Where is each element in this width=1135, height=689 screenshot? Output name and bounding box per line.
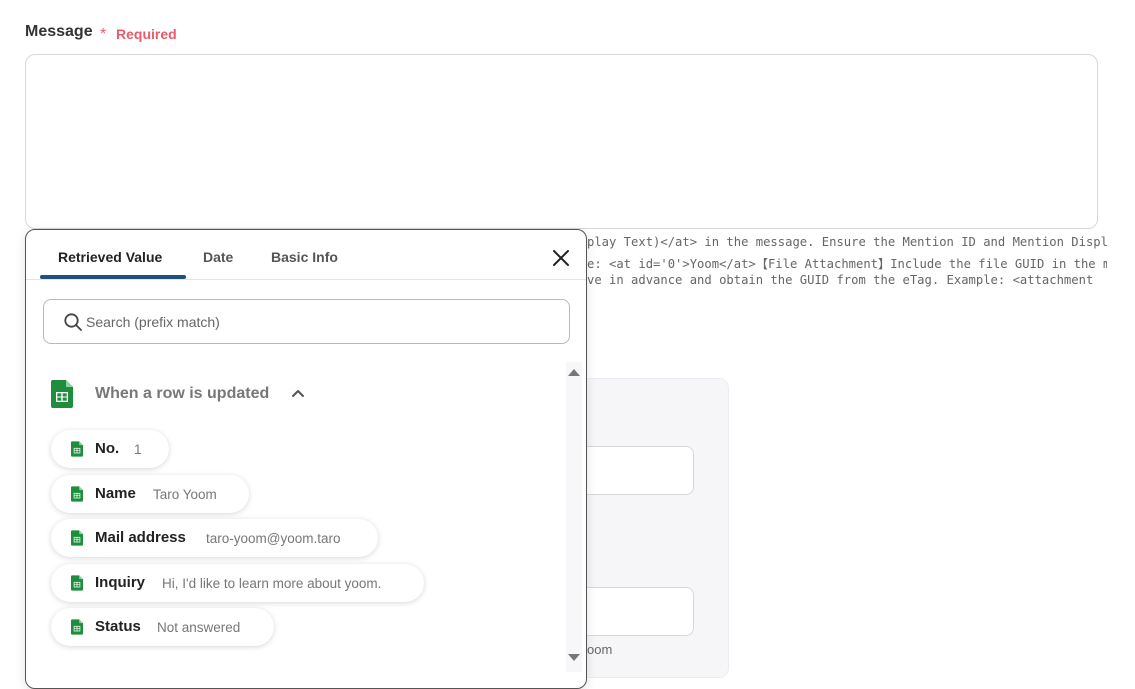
- tab-bar: Retrieved Value Date Basic Info: [26, 230, 586, 280]
- chip-value: Not answered: [157, 620, 241, 635]
- background-hint-text: oom: [587, 642, 613, 657]
- value-chip-name[interactable]: Name Taro Yoom: [51, 475, 249, 513]
- chevron-up-icon[interactable]: [291, 388, 305, 398]
- message-field-label: Message: [25, 23, 93, 40]
- chip-value: 1: [134, 442, 142, 457]
- close-icon[interactable]: [550, 247, 572, 269]
- section-title: When a row is updated: [95, 385, 270, 402]
- message-textarea[interactable]: [25, 54, 1098, 229]
- value-chip-inquiry[interactable]: Inquiry Hi, I'd like to learn more about…: [51, 564, 424, 602]
- chip-key: Mail address: [95, 529, 186, 546]
- tab-basic-info[interactable]: Basic Info: [271, 249, 338, 265]
- background-input-2[interactable]: [580, 587, 694, 636]
- chip-key: No.: [95, 440, 120, 457]
- google-sheets-icon: [71, 530, 83, 546]
- chip-key: Name: [95, 485, 136, 502]
- section-header-when-row-updated[interactable]: When a row is updated: [48, 378, 348, 410]
- active-tab-indicator: [40, 275, 186, 279]
- google-sheets-icon: [71, 619, 83, 635]
- chip-value: Hi, I'd like to learn more about yoom.: [162, 576, 382, 591]
- scrollbar[interactable]: [566, 362, 582, 672]
- search-icon: [64, 313, 82, 331]
- scroll-up-arrow-icon[interactable]: [566, 366, 582, 378]
- background-input-1[interactable]: [580, 446, 694, 495]
- helper-text-line-1: play Text)</at> in the message. Ensure t…: [587, 235, 1107, 249]
- google-sheets-icon: [51, 380, 73, 408]
- helper-text-line-2: e: <at id='0'>Yoom</at>【File Attachment】…: [587, 257, 1107, 271]
- value-chip-mail-address[interactable]: Mail address taro-yoom@yoom.taro: [51, 519, 378, 557]
- chip-value: Taro Yoom: [153, 487, 217, 502]
- tab-retrieved-value[interactable]: Retrieved Value: [58, 249, 162, 265]
- value-picker-popup: Retrieved Value Date Basic Info When a: [25, 229, 587, 689]
- value-chip-status[interactable]: Status Not answered: [51, 608, 274, 646]
- search-field[interactable]: [43, 299, 570, 344]
- search-input[interactable]: [86, 311, 546, 333]
- chip-value: taro-yoom@yoom.taro: [206, 531, 341, 546]
- required-asterisk-icon: *: [100, 26, 107, 43]
- value-chip-no[interactable]: No. 1: [51, 430, 169, 468]
- tab-date[interactable]: Date: [203, 249, 233, 265]
- scroll-down-arrow-icon[interactable]: [566, 652, 582, 664]
- helper-text-line-3: ve in advance and obtain the GUID from t…: [587, 273, 1094, 287]
- google-sheets-icon: [71, 441, 83, 457]
- required-indicator: Required: [116, 26, 177, 42]
- google-sheets-icon: [71, 575, 83, 591]
- chip-key: Inquiry: [95, 574, 146, 591]
- chip-key: Status: [95, 618, 141, 635]
- google-sheets-icon: [71, 486, 83, 502]
